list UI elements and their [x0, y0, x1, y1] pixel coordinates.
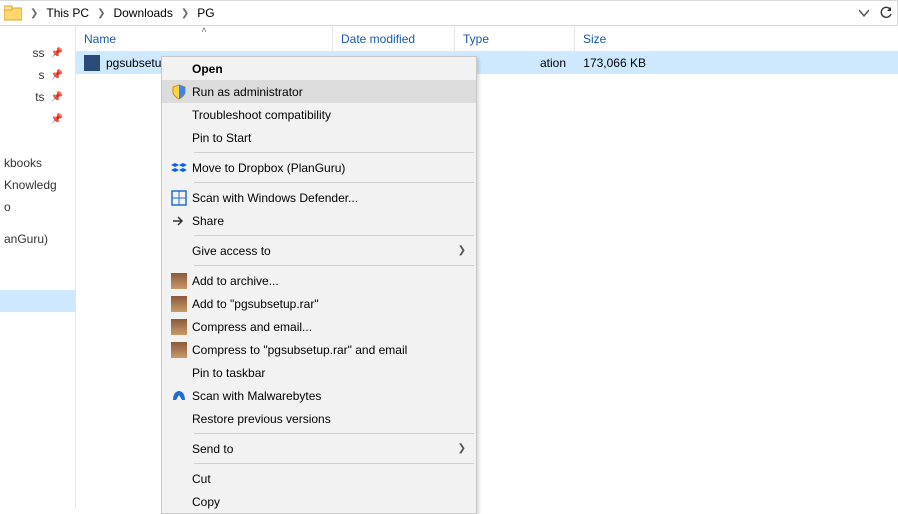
sidebar-item[interactable]: o [0, 196, 75, 218]
ctx-label: Compress and email... [192, 320, 466, 334]
sidebar-label: anGuru) [4, 232, 48, 246]
ctx-label: Send to [192, 442, 458, 456]
ctx-label: Pin to Start [192, 131, 466, 145]
ctx-copy[interactable]: Copy [162, 490, 476, 513]
quick-access-item[interactable]: 📌 [0, 108, 75, 130]
ctx-pin-start[interactable]: Pin to Start [162, 126, 476, 149]
share-icon [166, 213, 192, 229]
column-label: Name [84, 32, 116, 46]
breadcrumb-downloads[interactable]: Downloads [109, 1, 176, 25]
sidebar-item-selected[interactable] [0, 290, 75, 312]
ctx-compress-email[interactable]: Compress and email... [162, 315, 476, 338]
sidebar-item[interactable]: Knowledg [0, 174, 75, 196]
chevron-right-icon: ❯ [26, 8, 42, 19]
ctx-label: Scan with Windows Defender... [192, 191, 466, 205]
ctx-compress-rar-email[interactable]: Compress to "pgsubsetup.rar" and email [162, 338, 476, 361]
ctx-label: Pin to taskbar [192, 366, 466, 380]
separator [194, 235, 474, 236]
dropbox-icon [166, 160, 192, 176]
chevron-right-icon: ❯ [93, 8, 109, 19]
ctx-label: Restore previous versions [192, 412, 466, 426]
pin-icon: 📌 [51, 114, 63, 125]
ctx-label: Move to Dropbox (PlanGuru) [192, 161, 466, 175]
ctx-dropbox[interactable]: Move to Dropbox (PlanGuru) [162, 156, 476, 179]
ctx-cut[interactable]: Cut [162, 467, 476, 490]
ctx-label: Add to "pgsubsetup.rar" [192, 297, 466, 311]
winrar-icon [166, 319, 192, 335]
ctx-pin-taskbar[interactable]: Pin to taskbar [162, 361, 476, 384]
pin-icon: 📌 [51, 70, 63, 81]
folder-icon [0, 1, 26, 25]
sidebar-item[interactable]: kbooks [0, 152, 75, 174]
ctx-label: Troubleshoot compatibility [192, 108, 466, 122]
pin-icon: 📌 [51, 92, 63, 103]
ctx-restore[interactable]: Restore previous versions [162, 407, 476, 430]
separator [194, 265, 474, 266]
chevron-right-icon: ❯ [458, 443, 466, 454]
malwarebytes-icon [166, 388, 192, 404]
breadcrumb-pg[interactable]: PG [193, 1, 218, 25]
ctx-label: Scan with Malwarebytes [192, 389, 466, 403]
pin-icon: 📌 [51, 48, 63, 59]
context-menu: Open Run as administrator Troubleshoot c… [161, 56, 477, 514]
quick-access-item[interactable]: ss 📌 [0, 42, 75, 64]
defender-icon [166, 190, 192, 206]
ctx-add-archive[interactable]: Add to archive... [162, 269, 476, 292]
column-headers: Name ˄ Date modified Type Size [76, 26, 898, 52]
winrar-icon [166, 342, 192, 358]
chevron-right-icon: ❯ [458, 245, 466, 256]
ctx-label: Share [192, 214, 466, 228]
navigation-sidebar[interactable]: ss📌 s📌 ts📌 📌 kbooks Knowledg o anGuru) [0, 26, 76, 508]
file-name: pgsubsetup [106, 56, 168, 70]
column-type[interactable]: Type [454, 26, 574, 51]
ctx-label: Run as administrator [192, 85, 466, 99]
address-bar[interactable]: ❯ This PC ❯ Downloads ❯ PG [0, 0, 898, 26]
column-label: Date modified [341, 32, 415, 46]
exe-icon [84, 55, 100, 71]
sidebar-label: o [4, 200, 11, 214]
ctx-label: Add to archive... [192, 274, 466, 288]
file-type: ation [540, 56, 566, 70]
separator [194, 433, 474, 434]
ctx-malwarebytes[interactable]: Scan with Malwarebytes [162, 384, 476, 407]
column-name[interactable]: Name ˄ [76, 26, 332, 51]
quick-access-item[interactable]: ts 📌 [0, 86, 75, 108]
ctx-send-to[interactable]: Send to❯ [162, 437, 476, 460]
separator [194, 463, 474, 464]
sort-asc-icon: ˄ [201, 25, 206, 35]
ctx-run-as-admin[interactable]: Run as administrator [162, 80, 476, 103]
ctx-give-access[interactable]: Give access to❯ [162, 239, 476, 262]
ctx-label: Open [192, 62, 466, 76]
ctx-label: Give access to [192, 244, 458, 258]
refresh-button[interactable] [875, 1, 897, 25]
ctx-open[interactable]: Open [162, 57, 476, 80]
column-label: Size [583, 32, 606, 46]
ctx-share[interactable]: Share [162, 209, 476, 232]
ctx-label: Copy [192, 495, 466, 509]
ctx-add-rar[interactable]: Add to "pgsubsetup.rar" [162, 292, 476, 315]
shield-icon [166, 84, 192, 100]
sidebar-label: Knowledg [4, 178, 57, 192]
history-dropdown-button[interactable] [853, 1, 875, 25]
column-label: Type [463, 32, 489, 46]
sidebar-label: ts [35, 90, 44, 104]
ctx-troubleshoot[interactable]: Troubleshoot compatibility [162, 103, 476, 126]
column-date[interactable]: Date modified [332, 26, 454, 51]
ctx-label: Cut [192, 472, 466, 486]
file-size: 173,066 KB [583, 56, 646, 70]
chevron-right-icon: ❯ [177, 8, 193, 19]
sidebar-label: s [39, 68, 45, 82]
quick-access-item[interactable]: s📌 [0, 64, 75, 86]
separator [194, 152, 474, 153]
winrar-icon [166, 273, 192, 289]
sidebar-label: kbooks [4, 156, 42, 170]
breadcrumb-this-pc[interactable]: This PC [42, 1, 93, 25]
winrar-icon [166, 296, 192, 312]
column-size[interactable]: Size [574, 26, 654, 51]
sidebar-item[interactable]: anGuru) [0, 228, 75, 250]
separator [194, 182, 474, 183]
ctx-defender[interactable]: Scan with Windows Defender... [162, 186, 476, 209]
ctx-label: Compress to "pgsubsetup.rar" and email [192, 343, 466, 357]
sidebar-label: ss [33, 46, 45, 60]
